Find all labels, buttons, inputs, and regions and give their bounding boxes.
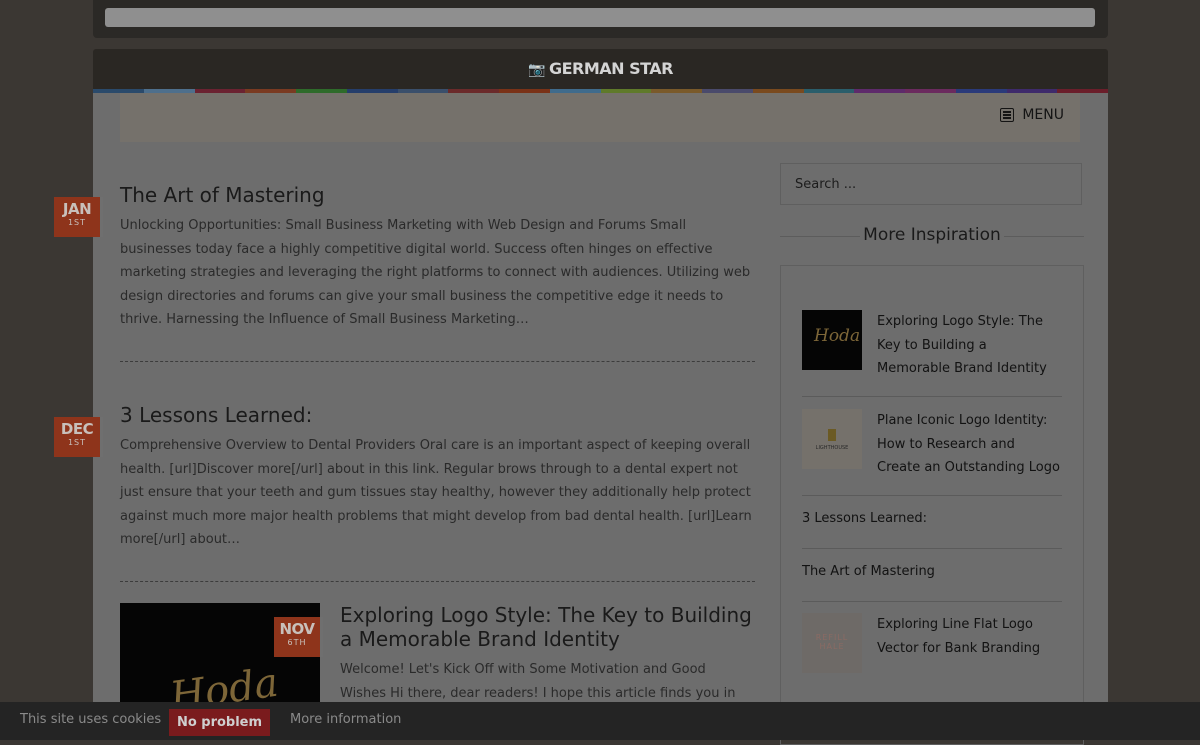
page-content: MENU JAN 1ST The Art of Mastering Unlock… <box>54 93 1108 745</box>
site-header: 📷 GERMAN STAR <box>93 49 1108 89</box>
post-title[interactable]: Exploring Logo Style: The Key to Buildin… <box>340 603 755 651</box>
sidebar-post-title: The Art of Mastering <box>802 564 935 579</box>
post-excerpt: Unlocking Opportunities: Small Business … <box>120 218 751 327</box>
thumbnail-logo-text: REFILL HALE <box>815 633 849 651</box>
menu-label: MENU <box>1022 107 1064 123</box>
sidebar-post-item[interactable]: LIGHTHOUSE Plane Iconic Logo Identity: H… <box>802 409 1062 496</box>
top-bar <box>105 8 1095 27</box>
sidebar-post-title: Exploring Logo Style: The Key to Buildin… <box>877 314 1047 376</box>
camera-icon: 📷 <box>528 62 545 78</box>
lighthouse-icon <box>828 429 836 441</box>
sidebar-post-title: Plane Iconic Logo Identity: How to Resea… <box>877 413 1060 475</box>
post-date-badge: DEC 1ST <box>54 417 100 457</box>
date-day: 1ST <box>67 218 87 227</box>
post-excerpt: Comprehensive Overview to Dental Provide… <box>120 438 752 547</box>
list-icon <box>1000 108 1015 122</box>
sidebar-post-item[interactable]: The Art of Mastering <box>802 560 1062 602</box>
sidebar-thumbnail: LIGHTHOUSE <box>802 409 862 469</box>
menu-button[interactable]: MENU <box>1000 107 1064 123</box>
cookie-message: This site uses cookies <box>20 712 162 727</box>
post-date-badge: JAN 1ST <box>54 197 100 237</box>
menu-bar: MENU <box>120 93 1080 142</box>
post-title[interactable]: 3 Lessons Learned: <box>120 403 760 427</box>
cookie-more-info-link[interactable]: More information <box>290 712 401 727</box>
sidebar-post-item[interactable]: 3 Lessons Learned: <box>802 507 1062 549</box>
date-day: 1ST <box>67 438 87 447</box>
post-title[interactable]: The Art of Mastering <box>120 183 760 207</box>
date-month: JAN <box>62 200 92 218</box>
cookie-banner: This site uses cookies No problem More i… <box>0 702 1200 740</box>
date-month: DEC <box>60 420 94 438</box>
thumbnail-logo-text: LIGHTHOUSE <box>815 445 849 451</box>
sidebar-thumbnail: REFILL HALE <box>802 613 862 673</box>
date-day: 6TH <box>287 638 307 647</box>
search-input[interactable] <box>780 163 1082 205</box>
thumbnail-logo-text: Hoda <box>814 326 861 346</box>
site-brand[interactable]: 📷 GERMAN STAR <box>93 49 1108 89</box>
brand-name: GERMAN STAR <box>548 59 674 78</box>
post-divider <box>120 361 755 362</box>
widget-heading: More Inspiration <box>780 224 1084 246</box>
widget-title: More Inspiration <box>863 225 1001 245</box>
cookie-accept-button[interactable]: No problem <box>169 709 270 736</box>
sidebar-post-title: Exploring Line Flat Logo Vector for Bank… <box>877 617 1041 656</box>
sidebar-post-title: 3 Lessons Learned: <box>802 511 928 526</box>
post-divider <box>120 581 755 582</box>
top-strip <box>93 0 1108 38</box>
post-date-badge: NOV 6TH <box>274 617 320 657</box>
more-inspiration-widget: Hoda Exploring Logo Style: The Key to Bu… <box>780 265 1084 745</box>
sidebar-thumbnail: Hoda <box>802 310 862 370</box>
date-month: NOV <box>279 620 315 638</box>
sidebar-post-item[interactable]: REFILL HALE Exploring Line Flat Logo Vec… <box>802 613 1062 683</box>
sidebar-post-item[interactable]: Hoda Exploring Logo Style: The Key to Bu… <box>802 310 1062 397</box>
